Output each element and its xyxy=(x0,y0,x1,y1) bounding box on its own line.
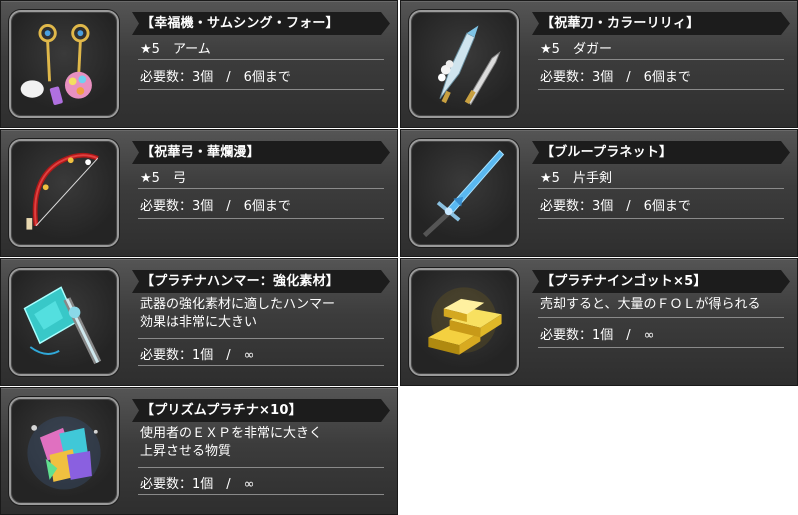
description-line: 使用者のＥＸＰを非常に大きく xyxy=(140,426,323,441)
bow-icon xyxy=(26,152,99,230)
item-rarity-type: ★5 アーム xyxy=(140,38,384,57)
arm-icon xyxy=(20,24,92,105)
item-requirement: 必要数：3個 / 6個まで xyxy=(140,199,291,214)
divider xyxy=(538,59,784,60)
item-thumbnail xyxy=(409,268,519,376)
item-title: 【プラチナインゴット×5】 xyxy=(532,270,790,293)
rarity-stars: ★5 xyxy=(540,171,560,186)
rarity-stars: ★5 xyxy=(140,42,160,57)
weapon-type: 片手剣 xyxy=(572,171,612,186)
item-title: 【プリズムプラチナ×10】 xyxy=(132,399,390,422)
item-card-platinum-hammer[interactable]: 【プラチナハンマー：強化素材】 武器の強化素材に適したハンマー 効果は非常に大き… xyxy=(0,258,398,386)
description-line: 上昇させる物質 xyxy=(140,444,232,459)
weapon-type: ダガー xyxy=(572,42,612,57)
item-requirement: 必要数：3個 / 6個まで xyxy=(540,199,691,214)
item-thumbnail xyxy=(9,397,119,505)
item-requirement: 必要数：1個 / ∞ xyxy=(140,477,255,492)
item-thumbnail xyxy=(9,10,119,118)
item-thumbnail xyxy=(9,268,119,376)
item-rarity-type: ★5 片手剣 xyxy=(540,167,784,186)
prism-crystal-icon xyxy=(27,416,101,490)
divider xyxy=(538,188,784,189)
item-card-color-lily[interactable]: 【祝華刀・カラーリリィ】 ★5 ダガー 必要数：3個 / 6個まで xyxy=(400,0,798,128)
divider xyxy=(138,89,384,90)
item-card-blue-planet[interactable]: 【ブループラネット】 ★5 片手剣 必要数：3個 / 6個まで xyxy=(400,129,798,257)
item-title: 【祝華弓・華爛漫】 xyxy=(132,141,390,164)
divider xyxy=(138,365,384,366)
item-rarity-type: ★5 ダガー xyxy=(540,38,784,57)
item-card-kaganman[interactable]: 【祝華弓・華爛漫】 ★5 弓 必要数：3個 / 6個まで xyxy=(0,129,398,257)
item-rarity-type: ★5 弓 xyxy=(140,167,384,186)
item-requirement: 必要数：1個 / ∞ xyxy=(140,348,255,363)
divider xyxy=(538,89,784,90)
rarity-stars: ★5 xyxy=(140,171,160,186)
divider xyxy=(138,494,384,495)
item-description: 使用者のＥＸＰを非常に大きく 上昇させる物質 xyxy=(140,425,384,461)
description-line: 武器の強化素材に適したハンマー xyxy=(140,297,336,312)
item-description: 武器の強化素材に適したハンマー 効果は非常に大きい xyxy=(140,296,384,332)
item-card-prism-platinum[interactable]: 【プリズムプラチナ×10】 使用者のＥＸＰを非常に大きく 上昇させる物質 必要数… xyxy=(0,387,398,515)
item-thumbnail xyxy=(409,139,519,247)
item-title: 【ブループラネット】 xyxy=(532,141,790,164)
divider xyxy=(138,218,384,219)
weapon-type: アーム xyxy=(172,42,211,57)
item-thumbnail xyxy=(9,139,119,247)
item-title: 【幸福機・サムシング・フォー】 xyxy=(132,12,390,35)
sword-icon xyxy=(422,149,505,238)
weapon-type: 弓 xyxy=(172,171,186,186)
divider xyxy=(138,188,384,189)
divider xyxy=(138,338,384,339)
dagger-icon xyxy=(438,25,501,106)
item-requirement: 必要数：3個 / 6個まで xyxy=(540,70,691,85)
item-title: 【プラチナハンマー：強化素材】 xyxy=(132,270,390,293)
item-requirement: 必要数：3個 / 6個まで xyxy=(140,70,291,85)
gold-ingot-icon xyxy=(428,287,502,355)
divider xyxy=(538,218,784,219)
item-card-something-four[interactable]: 【幸福機・サムシング・フォー】 ★5 アーム 必要数：3個 / 6個まで xyxy=(0,0,398,128)
description-line: 効果は非常に大きい xyxy=(140,315,258,330)
item-description: 売却すると、大量のＦＯＬが得られる xyxy=(540,296,784,314)
item-requirement: 必要数：1個 / ∞ xyxy=(540,328,655,343)
item-card-platinum-ingot[interactable]: 【プラチナインゴット×5】 売却すると、大量のＦＯＬが得られる 必要数：1個 /… xyxy=(400,258,798,386)
description-line: 売却すると、大量のＦＯＬが得られる xyxy=(540,297,761,312)
item-thumbnail xyxy=(409,10,519,118)
divider xyxy=(138,59,384,60)
divider xyxy=(538,317,784,318)
rarity-stars: ★5 xyxy=(540,42,560,57)
hammer-icon xyxy=(23,286,102,365)
item-title: 【祝華刀・カラーリリィ】 xyxy=(532,12,790,35)
divider xyxy=(538,347,784,348)
divider xyxy=(138,467,384,468)
